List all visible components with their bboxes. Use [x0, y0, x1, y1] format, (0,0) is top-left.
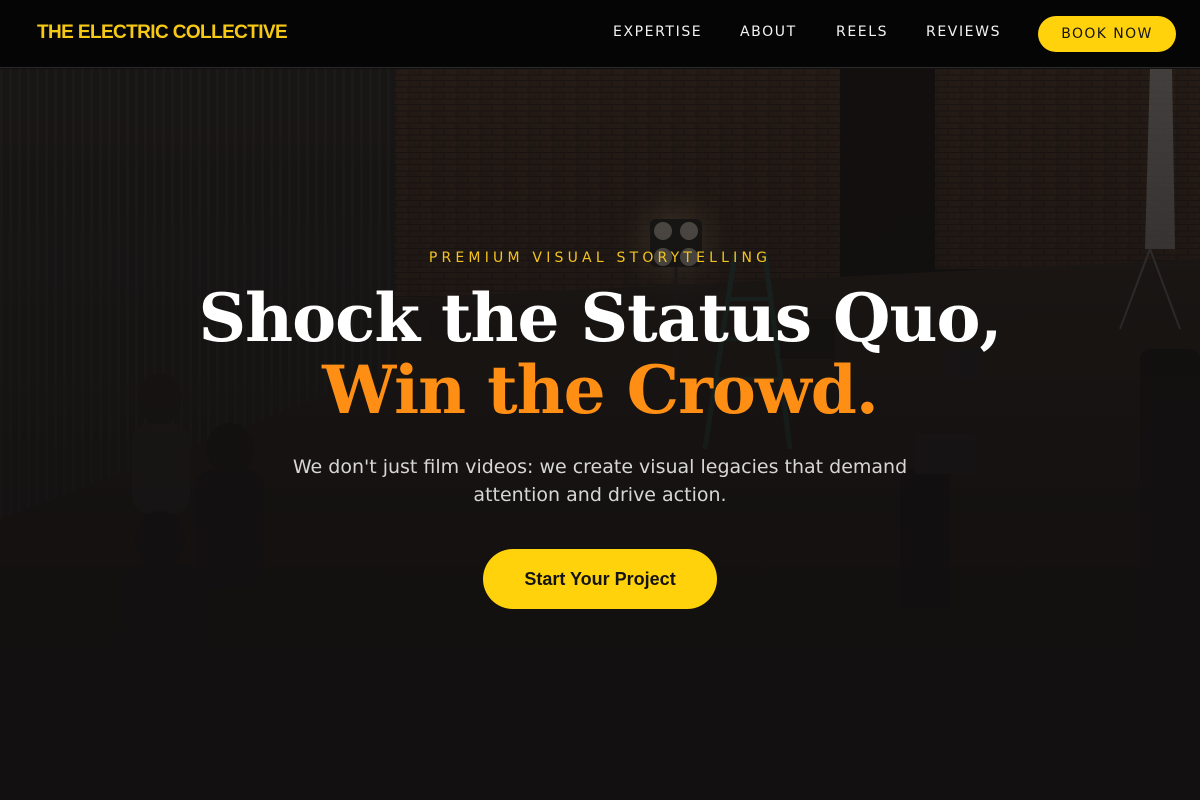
landing-page: THE ELECTRIC COLLECTIVE EXPERTISE ABOUT … — [0, 0, 1200, 800]
hero-headline: Shock the Status Quo, Win the Crowd. — [0, 282, 1200, 426]
book-now-button[interactable]: BOOK NOW — [1038, 16, 1176, 52]
hero-subtitle: We don't just film videos: we create vis… — [292, 456, 908, 506]
headline-line-1: Shock the Status Quo, — [198, 279, 1002, 357]
nav-link-reels[interactable]: REELS — [836, 24, 888, 40]
headline-line-2: Win the Crowd. — [322, 351, 879, 429]
nav-link-expertise[interactable]: EXPERTISE — [613, 24, 702, 40]
nav-link-about[interactable]: ABOUT — [740, 24, 797, 40]
top-navigation: THE ELECTRIC COLLECTIVE EXPERTISE ABOUT … — [0, 0, 1200, 68]
nav-links: EXPERTISE ABOUT REELS REVIEWS — [0, 24, 1200, 44]
nav-link-reviews[interactable]: REVIEWS — [926, 24, 1001, 40]
hero-eyebrow: PREMIUM VISUAL STORYTELLING — [428, 250, 772, 266]
hero-background-image — [0, 69, 1200, 800]
start-project-button[interactable]: Start Your Project — [483, 549, 717, 609]
